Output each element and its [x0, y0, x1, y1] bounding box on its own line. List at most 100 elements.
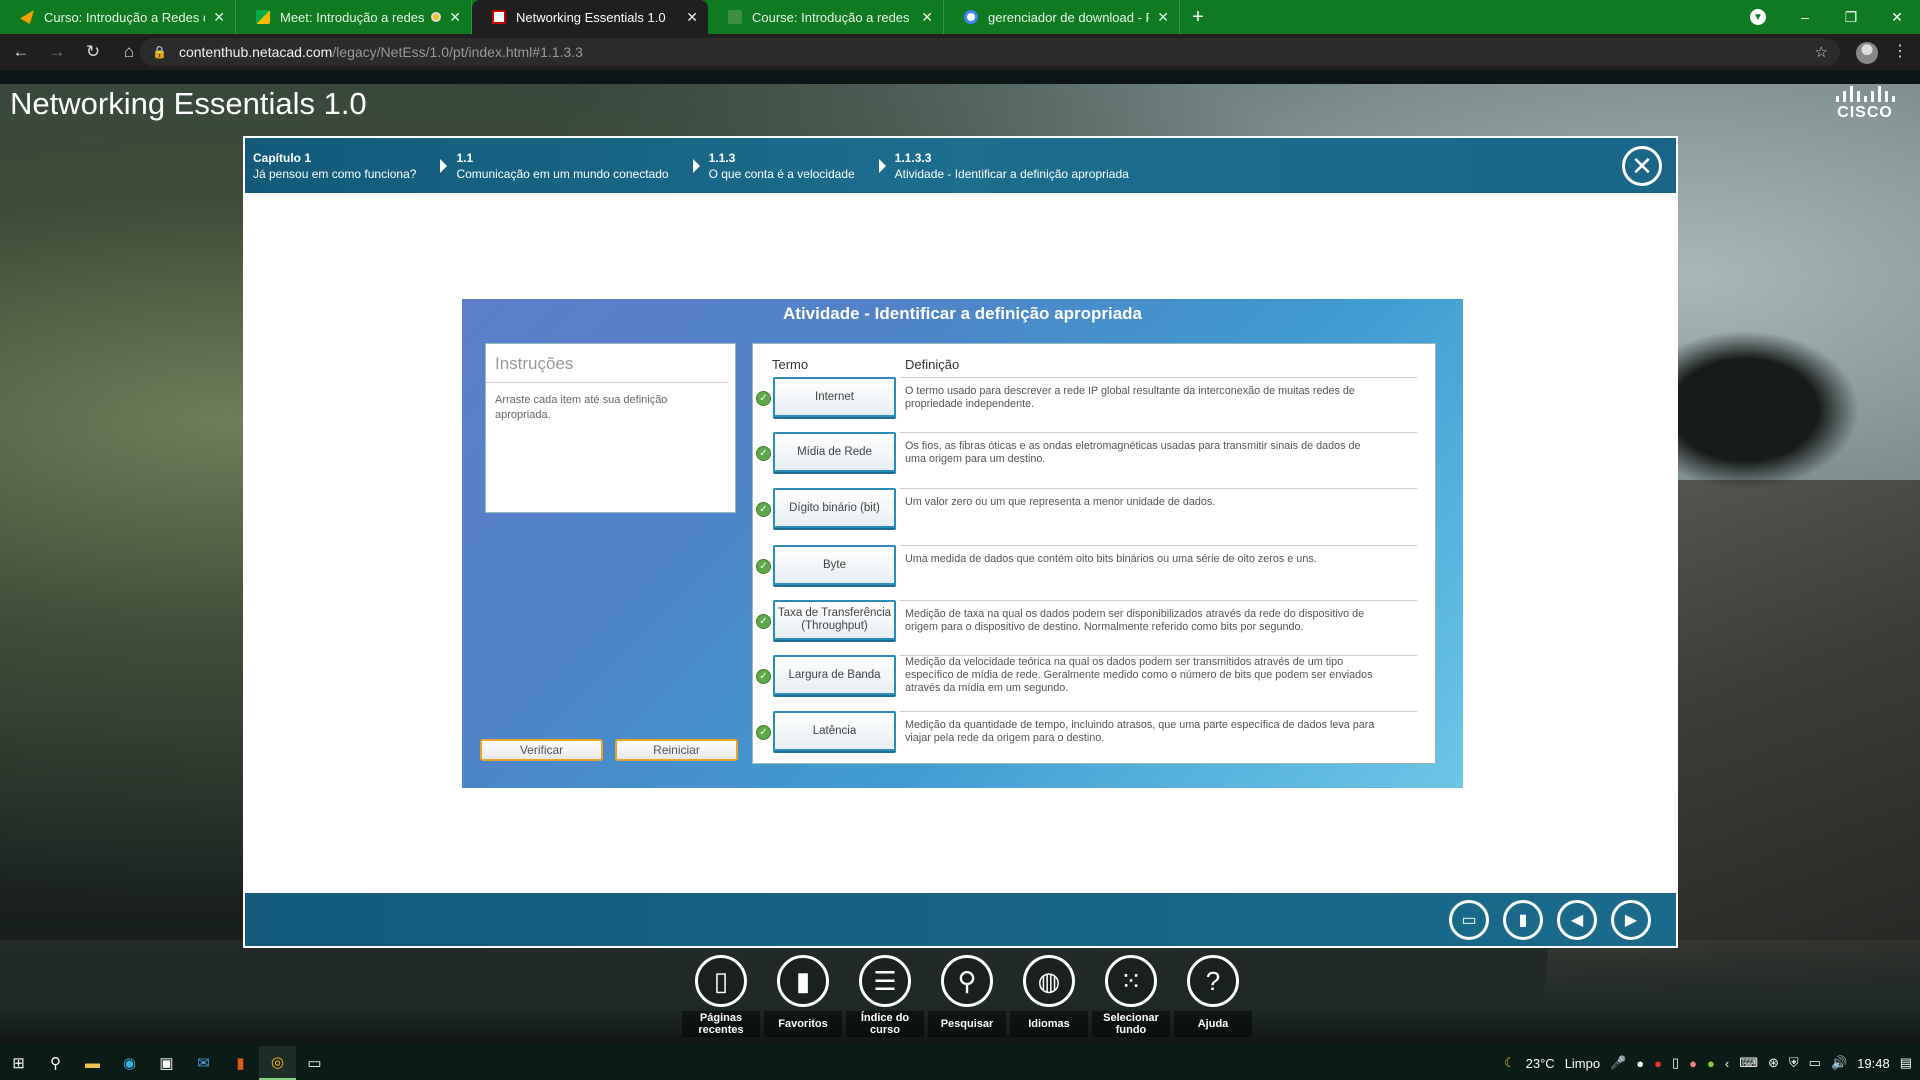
- restore-button[interactable]: ❐: [1828, 9, 1874, 26]
- tray-expand-icon[interactable]: ‹: [1725, 1056, 1729, 1071]
- dock-item-select-background[interactable]: ⁙ Selecionar fundo: [1090, 955, 1172, 1047]
- table-row: ✓ Internet O termo usado para descrever …: [753, 377, 1427, 432]
- weather-condition[interactable]: Limpo: [1565, 1056, 1600, 1071]
- browser-tab[interactable]: Meet: Introdução a redes de ✕: [236, 0, 472, 34]
- chat-icon[interactable]: ▭: [1449, 900, 1489, 940]
- recording-indicator-icon: [431, 12, 442, 22]
- tab-favicon-icon: [20, 10, 34, 24]
- list-icon: ☰: [859, 955, 911, 1007]
- windows-taskbar: ⊞ ⚲ ▬ ◉ ▣ ✉ ▮ ◎ ▭ ☾ 23°C Limpo 🎤 ● ● ▯ ●…: [0, 1046, 1920, 1080]
- tab-close-icon[interactable]: ✕: [449, 9, 461, 26]
- breadcrumb-arrow-icon: [878, 158, 886, 173]
- browser-tab[interactable]: Course: Introdução a redes de co ✕: [708, 0, 944, 34]
- back-arrow-icon[interactable]: ←: [6, 42, 36, 62]
- term-draggable[interactable]: Mídia de Rede: [773, 432, 896, 472]
- battery-icon[interactable]: ▯: [1672, 1055, 1679, 1071]
- address-bar[interactable]: 🔒 contenthub.netacad.com/legacy/NetEss/1…: [140, 38, 1840, 66]
- dock-item-favorites[interactable]: ▮ Favoritos: [762, 955, 844, 1047]
- profile-avatar[interactable]: [1856, 42, 1878, 64]
- forward-arrow-icon[interactable]: →: [42, 42, 72, 62]
- definition-text: Medição da quantidade de tempo, incluind…: [905, 719, 1375, 744]
- row-divider: [900, 377, 1417, 378]
- bookmark-icon[interactable]: ▮: [1503, 900, 1543, 940]
- dock-item-languages[interactable]: ◍ Idiomas: [1008, 955, 1090, 1047]
- tab-close-icon[interactable]: ✕: [1157, 9, 1169, 26]
- dock-label: Pesquisar: [928, 1011, 1006, 1037]
- office-icon[interactable]: ▮: [222, 1046, 259, 1080]
- url-host: contenthub.netacad.com: [178, 44, 333, 60]
- tab-title: Networking Essentials 1.0: [516, 9, 666, 25]
- volume-icon[interactable]: 🔊: [1831, 1055, 1847, 1071]
- tray-app-icon[interactable]: ●: [1707, 1056, 1715, 1071]
- reload-icon[interactable]: ↻: [78, 42, 108, 62]
- edge-icon[interactable]: ◉: [111, 1046, 148, 1080]
- previous-page-icon[interactable]: ◀: [1557, 900, 1597, 940]
- term-draggable[interactable]: Largura de Banda: [773, 655, 896, 695]
- browser-menu-icon[interactable]: ⋮: [1892, 41, 1908, 61]
- instructions-box: Instruções Arraste cada item até sua def…: [485, 343, 736, 513]
- minimize-button[interactable]: –: [1782, 9, 1828, 25]
- activity-panel: Atividade - Identificar a definição apro…: [462, 299, 1463, 788]
- weather-temperature[interactable]: 23°C: [1526, 1056, 1555, 1071]
- term-draggable[interactable]: Internet: [773, 377, 896, 417]
- tray-app-icon[interactable]: ●: [1689, 1056, 1697, 1071]
- check-icon: ✓: [756, 391, 771, 406]
- file-explorer-icon[interactable]: ▬: [74, 1046, 111, 1080]
- browser-tab[interactable]: Curso: Introdução a Redes de Co ✕: [0, 0, 236, 34]
- tab-close-icon[interactable]: ✕: [213, 9, 225, 26]
- term-draggable[interactable]: Taxa de Transferência (Throughput): [773, 600, 896, 640]
- dock-item-course-index[interactable]: ☰ Índice do curso: [844, 955, 926, 1047]
- mail-icon[interactable]: ✉: [185, 1046, 222, 1080]
- clock-time[interactable]: 19:48: [1857, 1056, 1890, 1071]
- verify-button[interactable]: Verificar: [480, 739, 603, 761]
- term-draggable[interactable]: Latência: [773, 711, 896, 751]
- dock-label: Favoritos: [764, 1011, 842, 1037]
- browser-tab[interactable]: gerenciador de download - Pesq ✕: [944, 0, 1180, 34]
- system-tray: ☾ 23°C Limpo 🎤 ● ● ▯ ● ● ‹ ⌨ ⊛ ⛨ ▭ 🔊 19:…: [1504, 1046, 1912, 1080]
- notifications-icon[interactable]: ▤: [1900, 1055, 1912, 1071]
- security-icon[interactable]: ⛨: [1789, 1055, 1799, 1071]
- definition-text: Uma medida de dados que contém oito bits…: [905, 553, 1317, 565]
- steam-icon[interactable]: ⊛: [1768, 1055, 1779, 1071]
- dock-item-recent-pages[interactable]: ▯ Páginas recentes: [680, 955, 762, 1047]
- cisco-bars-icon: [1832, 86, 1898, 102]
- dock-item-help[interactable]: ? Ajuda: [1172, 955, 1254, 1047]
- check-icon: ✓: [756, 446, 771, 461]
- search-icon: ⚲: [941, 955, 993, 1007]
- breadcrumb-item-chapter[interactable]: Capítulo 1 Já pensou em como funciona?: [245, 150, 416, 182]
- new-tab-button[interactable]: +: [1180, 0, 1216, 34]
- dock-item-search[interactable]: ⚲ Pesquisar: [926, 955, 1008, 1047]
- term-draggable[interactable]: Dígito binário (bit): [773, 488, 896, 528]
- breadcrumb-item-section[interactable]: 1.1 Comunicação em um mundo conectado: [416, 150, 669, 182]
- table-row: ✓ Largura de Banda Medição da velocidade…: [753, 655, 1427, 710]
- terminal-icon[interactable]: ▭: [296, 1046, 333, 1080]
- url-path: /legacy/NetEss/1.0/pt/index.html#1.1.3.3: [332, 44, 583, 60]
- tray-app-icon[interactable]: ●: [1654, 1056, 1662, 1071]
- browser-tab-strip: Curso: Introdução a Redes de Co ✕ Meet: …: [0, 0, 1920, 34]
- term-draggable[interactable]: Byte: [773, 545, 896, 585]
- store-icon[interactable]: ▣: [148, 1046, 185, 1080]
- bookmark-star-icon[interactable]: ☆: [1815, 43, 1828, 61]
- breadcrumb-item-activity[interactable]: 1.1.3.3 Atividade - Identificar a definiç…: [855, 150, 1129, 182]
- tab-close-icon[interactable]: ✕: [686, 9, 698, 26]
- cisco-wordmark: CISCO: [1837, 104, 1893, 121]
- browser-tab-active[interactable]: Networking Essentials 1.0 ✕: [472, 0, 708, 34]
- discord-icon[interactable]: ●: [1636, 1056, 1644, 1071]
- breadcrumb-item-topic[interactable]: 1.1.3 O que conta é a velocidade: [669, 150, 855, 182]
- reset-button[interactable]: Reiniciar: [615, 739, 738, 761]
- windows-start-icon[interactable]: ⊞: [0, 1046, 37, 1080]
- microphone-icon[interactable]: 🎤: [1610, 1055, 1626, 1071]
- table-row: ✓ Mídia de Rede Os fios, as fibras ótica…: [753, 432, 1427, 487]
- next-page-icon[interactable]: ▶: [1611, 900, 1651, 940]
- tab-close-icon[interactable]: ✕: [921, 9, 933, 26]
- tab-favicon-icon: [728, 10, 742, 24]
- bookmark-icon: ▮: [777, 955, 829, 1007]
- tab-search-icon[interactable]: ▼: [1750, 9, 1766, 25]
- network-icon[interactable]: ▭: [1809, 1055, 1821, 1071]
- breadcrumb-label: Comunicação em um mundo conectado: [456, 166, 669, 181]
- chrome-icon[interactable]: ◎: [259, 1046, 296, 1080]
- search-icon[interactable]: ⚲: [37, 1046, 74, 1080]
- close-course-button[interactable]: ✕: [1622, 146, 1662, 186]
- keyboard-icon[interactable]: ⌨: [1739, 1055, 1758, 1071]
- window-close-button[interactable]: ✕: [1874, 9, 1920, 26]
